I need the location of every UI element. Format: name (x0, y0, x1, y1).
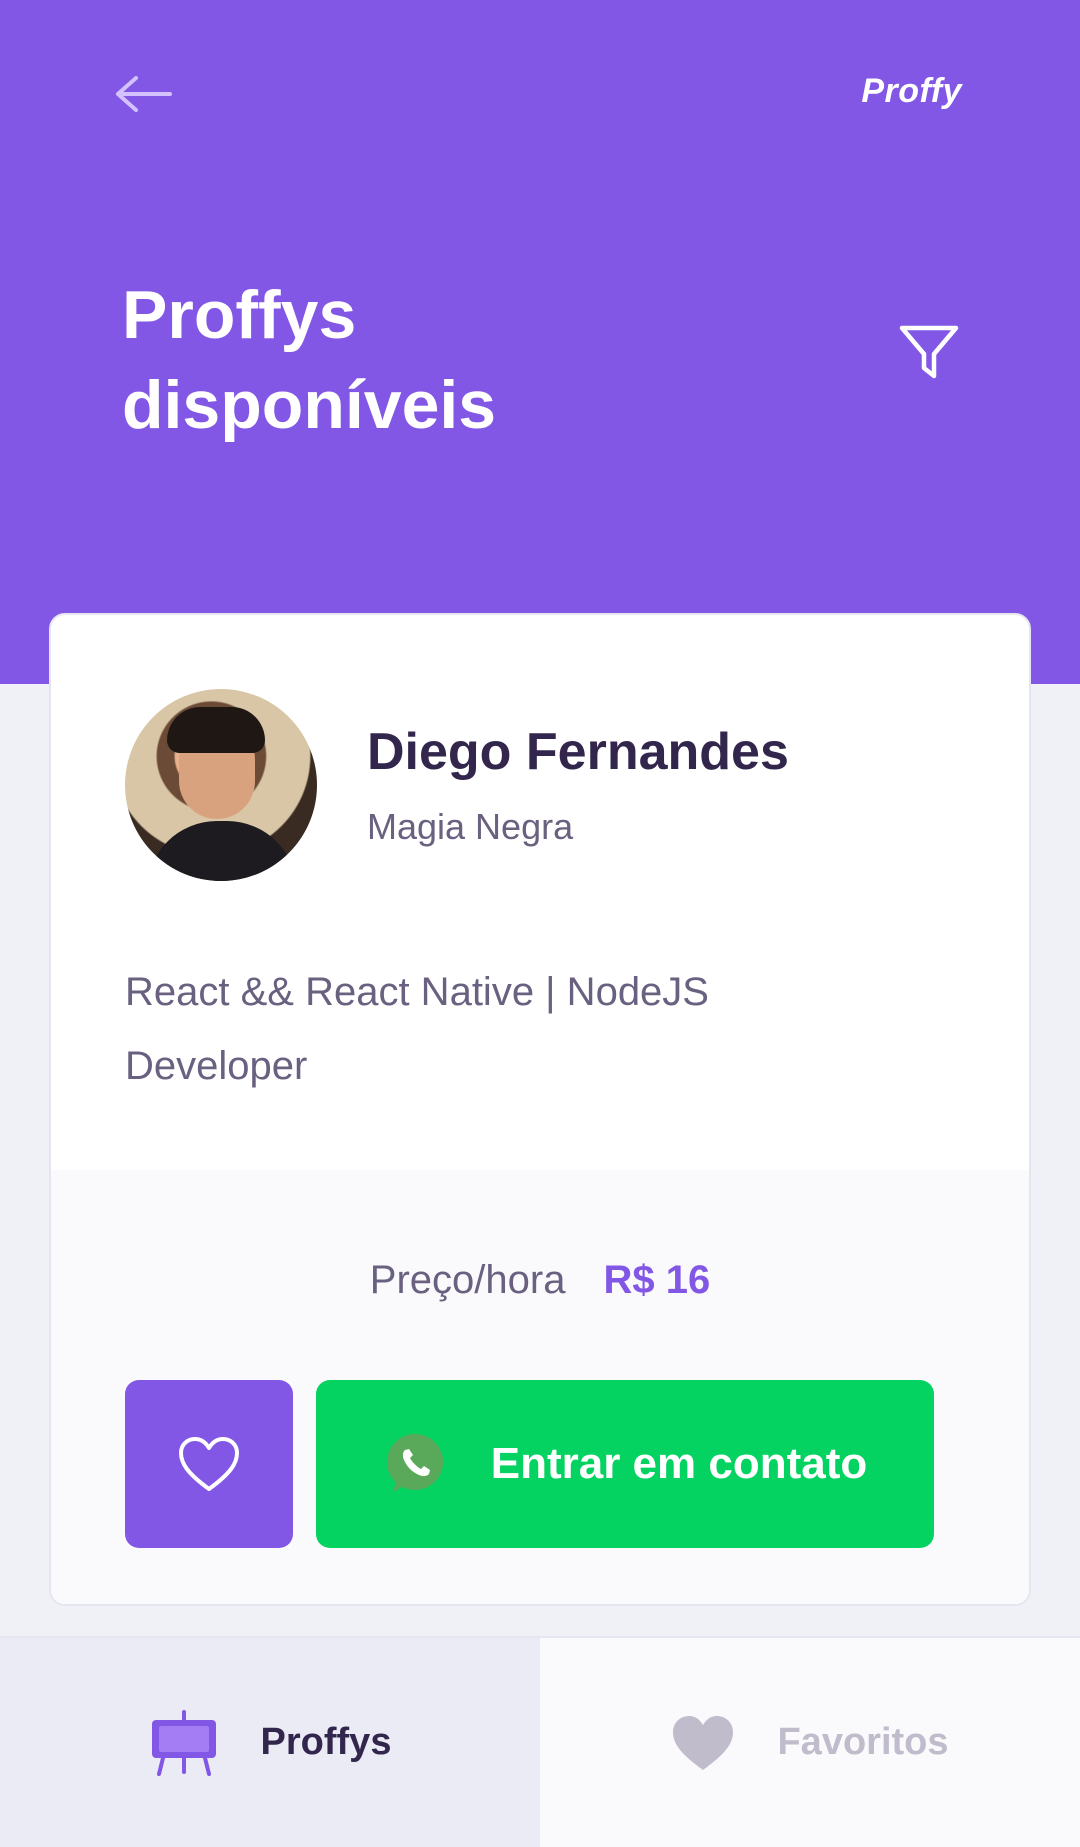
price-row: Preço/hora R$ 16 (51, 1258, 1029, 1303)
back-button[interactable] (112, 68, 176, 120)
price-value: R$ 16 (603, 1258, 711, 1302)
teacher-card: Diego Fernandes Magia Negra React && Rea… (49, 613, 1031, 1606)
page-header: Proffy Proffys disponíveis (0, 0, 1080, 684)
contact-button[interactable]: Entrar em contato (316, 1380, 934, 1548)
contact-label: Entrar em contato (490, 1439, 868, 1488)
tab-favoritos[interactable]: Favoritos (540, 1638, 1080, 1847)
heart-icon (673, 1715, 734, 1770)
page-title-line-2: disponíveis (122, 367, 497, 443)
tab-bar: Proffys Favoritos (0, 1636, 1080, 1847)
filter-button[interactable] (896, 322, 962, 382)
teacher-subject: Magia Negra (367, 806, 574, 847)
favorite-button[interactable] (125, 1380, 293, 1548)
avatar (125, 689, 317, 881)
teacher-bio-line-1: React && React Native | NodeJS (125, 970, 709, 1014)
teacher-info: Diego Fernandes Magia Negra (367, 722, 789, 848)
arrow-left-icon (116, 76, 172, 112)
teacher-bio-line-2: Developer (125, 1044, 308, 1088)
heart-outline-icon (179, 1437, 239, 1491)
app-logo: Proffy (861, 72, 962, 110)
tab-proffys[interactable]: Proffys (0, 1638, 540, 1847)
easel-icon (151, 1709, 216, 1776)
page-title: Proffys disponíveis (122, 270, 682, 450)
price-label: Preço/hora (369, 1258, 566, 1302)
teacher-bio: React && React Native | NodeJS Developer (125, 955, 885, 1103)
teacher-name: Diego Fernandes (367, 723, 789, 781)
card-footer: Preço/hora R$ 16 Entrar em contato (51, 1170, 1029, 1604)
tab-favoritos-label: Favoritos (777, 1721, 949, 1763)
teacher-profile: Diego Fernandes Magia Negra (125, 689, 789, 881)
tab-proffys-label: Proffys (260, 1721, 392, 1763)
whatsapp-icon (386, 1434, 443, 1492)
filter-icon (899, 325, 959, 379)
page-title-line-1: Proffys (122, 277, 357, 353)
